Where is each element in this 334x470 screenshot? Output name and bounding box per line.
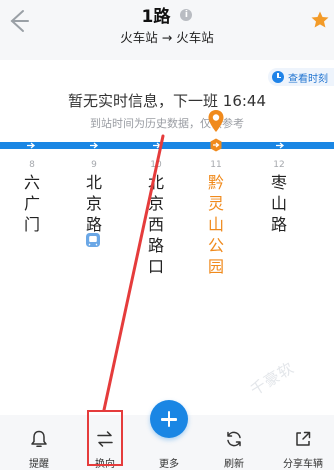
location-pin-icon: [208, 110, 224, 132]
route-title: 1路: [141, 7, 171, 27]
direction-arrow-icon: [276, 142, 285, 149]
station-number: 10: [150, 160, 162, 170]
refresh-label: 刷新: [224, 459, 244, 470]
station-number: 8: [29, 160, 35, 170]
route-card: 查看时刻 暂无实时信息，下一班 16:44 到站时间为历史数据，仅供参考: [0, 60, 334, 415]
clock-icon: [272, 71, 284, 83]
refresh-button[interactable]: 刷新: [208, 415, 260, 470]
refresh-icon: [227, 431, 241, 447]
info-icon[interactable]: i: [180, 8, 193, 21]
station-number: 11: [210, 160, 222, 170]
station-name[interactable]: 北京路: [83, 172, 105, 235]
history-note: 到站时间为历史数据，仅供参考: [90, 117, 244, 130]
header: 1路 i 火车站 → 火车站: [0, 0, 334, 54]
station-name-current[interactable]: 黔灵山公园: [205, 172, 227, 277]
direction-arrow-icon: [27, 142, 36, 149]
station-number: 12: [273, 160, 285, 170]
remind-button[interactable]: 提醒: [13, 415, 65, 470]
direction-arrow-icon: [153, 142, 162, 149]
subway-icon: [86, 233, 100, 247]
current-stop-marker-icon: [210, 138, 222, 152]
bell-icon: [31, 430, 47, 447]
star-icon[interactable]: [310, 10, 330, 30]
more-label: 更多: [159, 459, 179, 470]
annotation-box: [87, 410, 123, 466]
station-name[interactable]: 六广门: [21, 172, 43, 235]
view-timetable-label: 查看时刻: [288, 73, 328, 85]
share-label: 分享车辆: [283, 459, 323, 470]
realtime-status: 暂无实时信息，下一班 16:44: [68, 92, 266, 110]
direction-arrow-icon: [90, 142, 99, 149]
title-row: 1路 i: [0, 2, 334, 27]
plus-icon[interactable]: [150, 400, 188, 438]
remind-label: 提醒: [29, 459, 49, 470]
station-name[interactable]: 北京西路口: [145, 172, 167, 277]
share-icon: [296, 431, 311, 446]
route-direction: 火车站 → 火车站: [120, 30, 214, 45]
share-vehicle-button[interactable]: 分享车辆: [274, 415, 332, 470]
station-number: 9: [91, 160, 97, 170]
view-timetable-button[interactable]: 查看时刻: [268, 68, 334, 86]
station-name[interactable]: 枣山路: [268, 172, 290, 235]
